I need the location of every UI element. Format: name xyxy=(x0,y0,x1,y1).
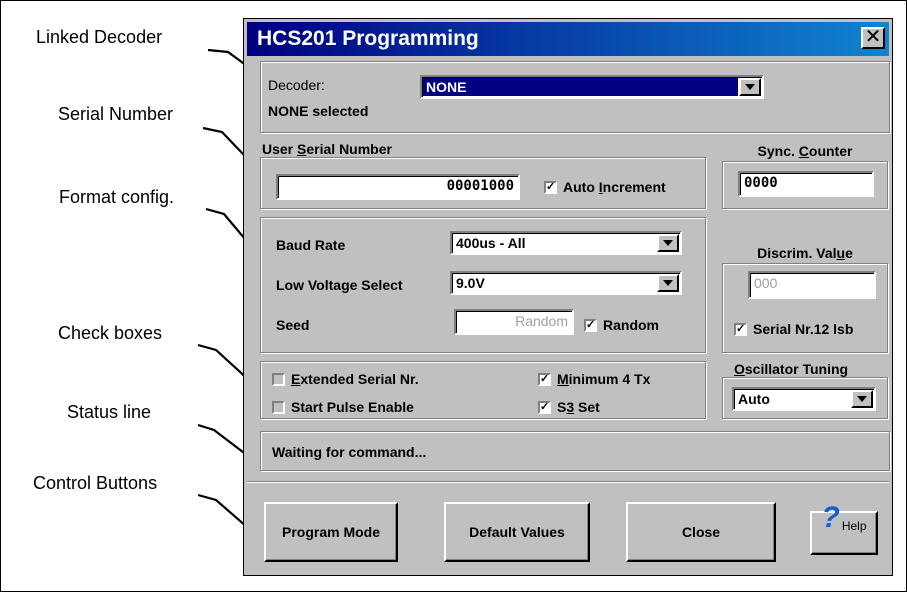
oscillator-value: Auto xyxy=(738,391,770,407)
status-text: Waiting for command... xyxy=(272,444,427,460)
serial12-checkbox[interactable]: Serial Nr.12 lsb xyxy=(734,321,853,337)
extended-serial-box[interactable] xyxy=(272,373,285,386)
help-label: Help xyxy=(841,519,867,533)
sync-counter-label: Sync. Counter xyxy=(757,143,853,159)
discrim-input[interactable]: 000 xyxy=(748,271,876,299)
help-icon: ? xyxy=(821,501,840,534)
random-checkbox[interactable]: Random xyxy=(584,317,659,333)
start-pulse-box[interactable] xyxy=(272,401,285,414)
baud-rate-select[interactable]: 400us - All xyxy=(450,231,682,255)
random-box[interactable] xyxy=(584,319,597,332)
decoder-label: Decoder: xyxy=(268,77,325,93)
seed-label: Seed xyxy=(276,317,310,333)
decoder-select[interactable]: NONE xyxy=(420,75,764,99)
auto-increment-checkbox[interactable]: Auto Increment xyxy=(544,179,666,195)
s3-set-box[interactable] xyxy=(538,401,551,414)
serial-number-input[interactable]: 00001000 xyxy=(276,174,520,200)
start-pulse-checkbox[interactable]: Start Pulse Enable xyxy=(272,399,414,415)
minimum-4tx-box[interactable] xyxy=(538,373,551,386)
chevron-down-icon[interactable] xyxy=(657,234,679,252)
chevron-down-icon[interactable] xyxy=(657,274,679,292)
auto-increment-box[interactable] xyxy=(544,181,557,194)
seed-input[interactable]: Random xyxy=(454,309,574,335)
serial-group-label: User Serial Number xyxy=(262,141,392,157)
close-button[interactable]: Close xyxy=(626,502,776,562)
oscillator-label: Oscillator Tuning xyxy=(734,361,849,377)
default-values-button[interactable]: Default Values xyxy=(444,502,590,562)
baud-rate-value: 400us - All xyxy=(456,235,526,251)
decoder-status: NONE selected xyxy=(268,103,369,119)
decoder-select-highlight xyxy=(423,78,738,96)
button-divider xyxy=(247,481,889,483)
low-voltage-value: 9.0V xyxy=(456,275,485,291)
baud-rate-label: Baud Rate xyxy=(276,237,346,253)
discrim-label: Discrim. Value xyxy=(757,245,853,261)
extended-serial-checkbox[interactable]: Extended Serial Nr. xyxy=(272,371,419,387)
decoder-select-value: NONE xyxy=(426,79,467,95)
oscillator-select[interactable]: Auto xyxy=(732,387,876,411)
dialog-title: HCS201 Programming xyxy=(257,27,479,50)
title-bar[interactable]: HCS201 Programming ✕ xyxy=(247,22,889,56)
chevron-down-icon[interactable] xyxy=(739,78,761,96)
low-voltage-label: Low Voltage Select xyxy=(276,277,403,293)
serial12-box[interactable] xyxy=(734,323,747,336)
minimum-4tx-checkbox[interactable]: Minimum 4 Tx xyxy=(538,371,650,387)
program-mode-button[interactable]: Program Mode xyxy=(264,502,398,562)
help-button[interactable]: ? Help xyxy=(810,503,878,555)
close-icon[interactable]: ✕ xyxy=(861,27,885,49)
low-voltage-select[interactable]: 9.0V xyxy=(450,271,682,295)
hcs201-dialog: HCS201 Programming ✕ Decoder: NONE NONE … xyxy=(243,18,893,576)
sync-counter-input[interactable]: 0000 xyxy=(738,171,874,197)
s3-set-checkbox[interactable]: S3 Set xyxy=(538,399,600,415)
chevron-down-icon[interactable] xyxy=(851,390,873,408)
